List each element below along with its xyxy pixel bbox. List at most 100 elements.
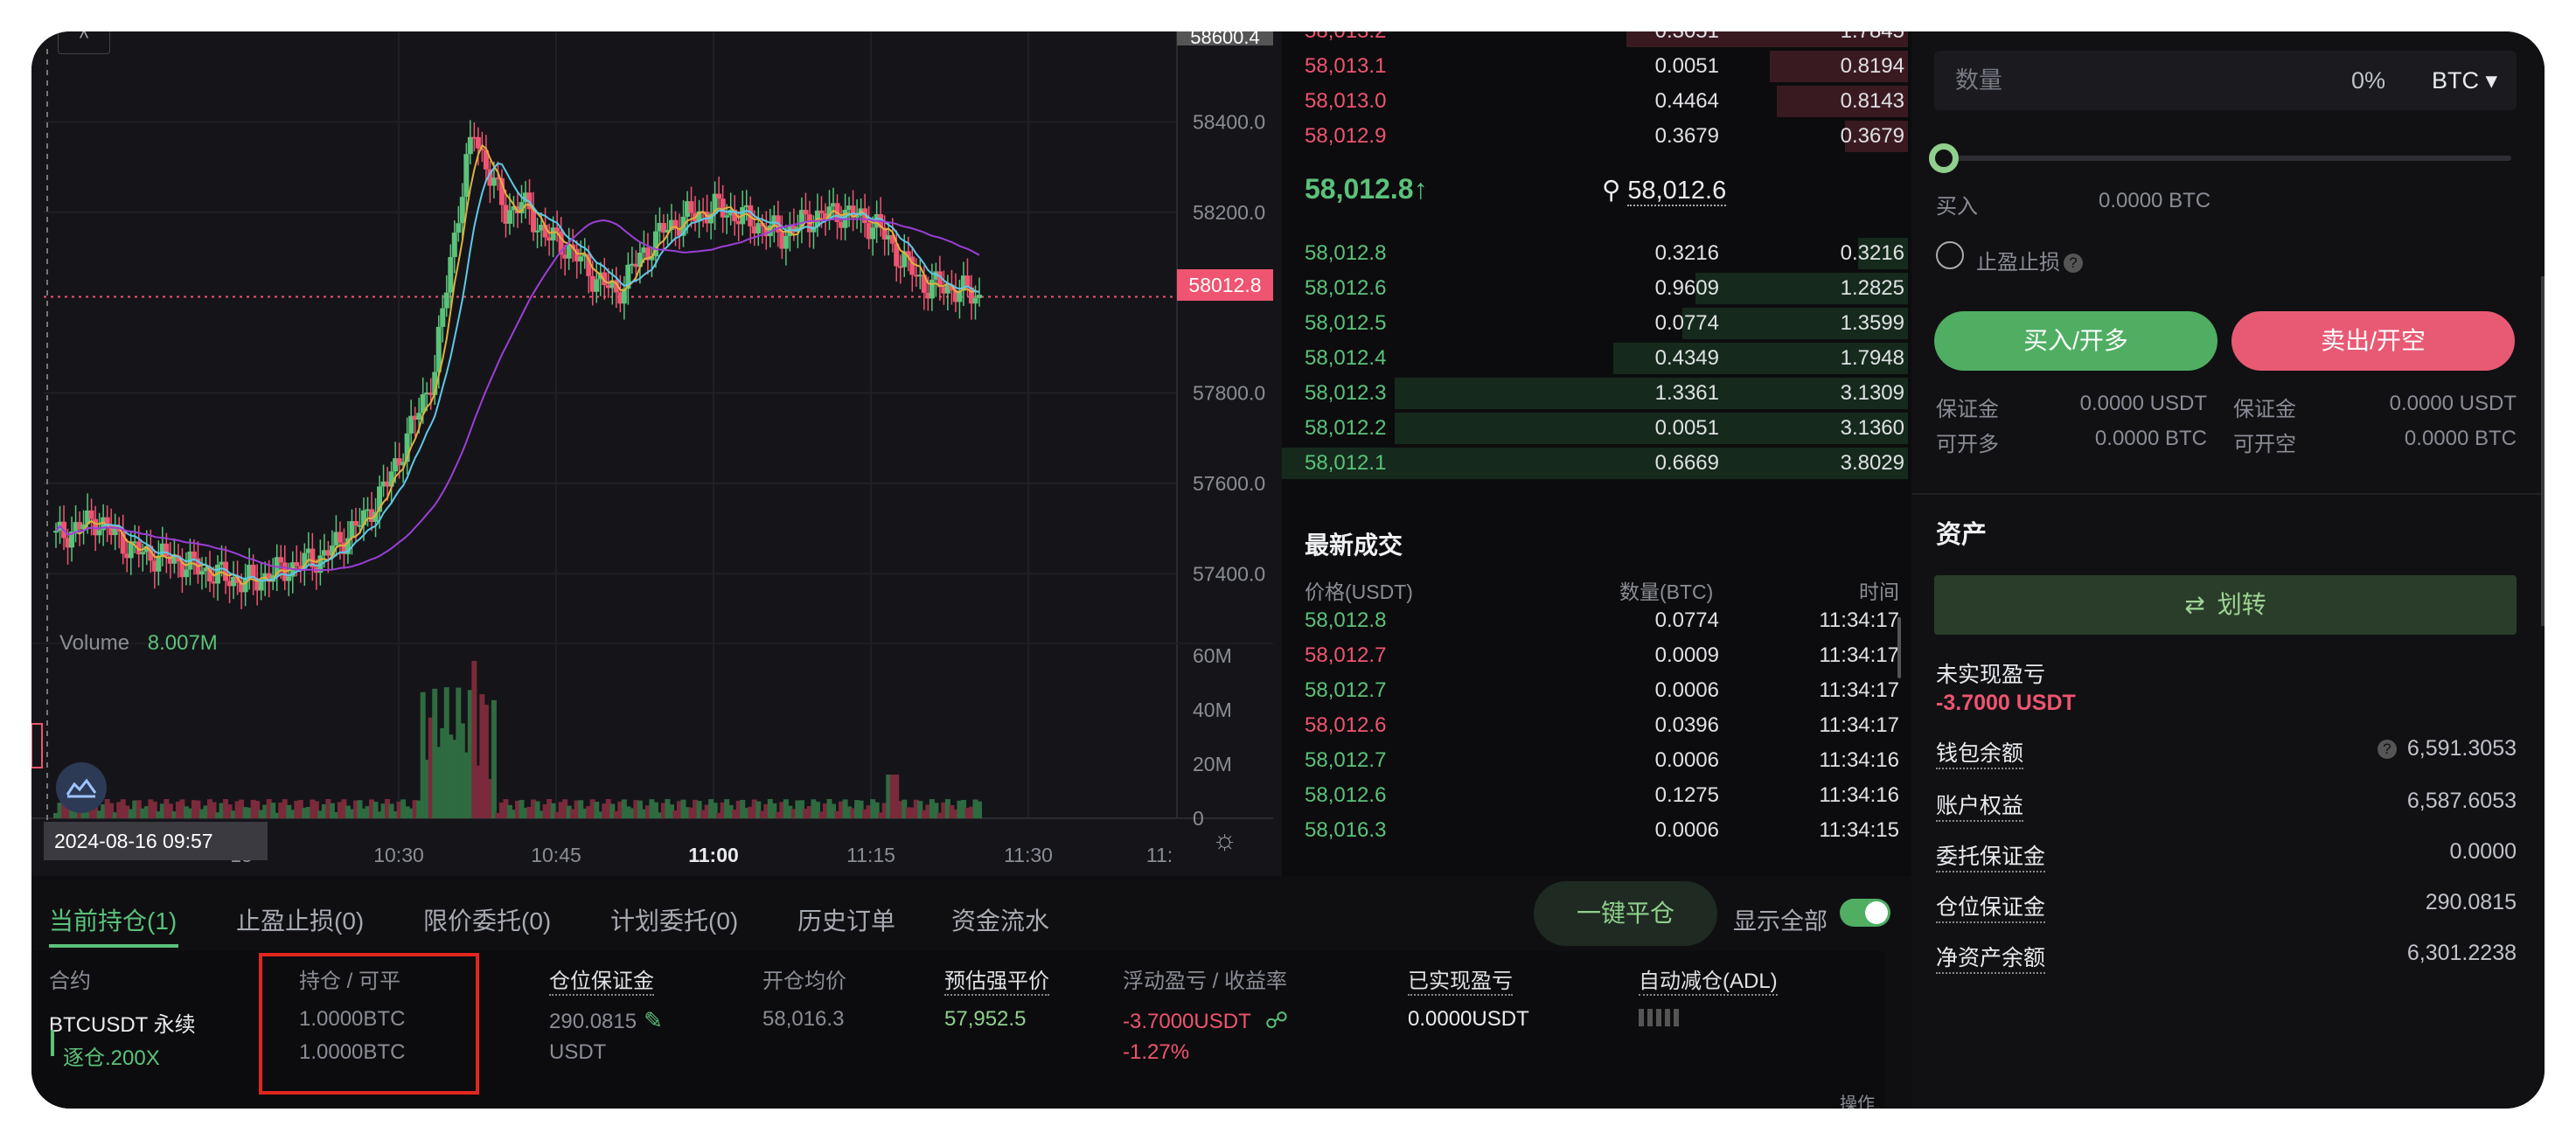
panel-scrollbar[interactable] <box>2541 276 2545 626</box>
net-asset-label[interactable]: 净资产余额 <box>1936 941 2046 974</box>
trade-time: 11:34:15 <box>1819 818 1899 842</box>
trade-qty: 0.0006 <box>1654 748 1719 772</box>
candle-body <box>977 295 982 298</box>
tpsl-radio[interactable] <box>1936 241 1964 269</box>
trade-time: 11:34:17 <box>1819 678 1899 702</box>
bid-qty: 0.6669 <box>1654 451 1719 475</box>
unit-dropdown[interactable]: BTC ▾ <box>2432 51 2497 110</box>
time-axis-label: 10:45 <box>531 844 581 866</box>
order-margin-label[interactable]: 委托保证金 <box>1936 839 2046 872</box>
open-short-label: 可开空 <box>2233 433 2296 456</box>
transfer-button[interactable]: ⇄ 划转 <box>1934 575 2517 635</box>
open-long-value: 0.0000 BTC <box>2094 427 2207 450</box>
header-adl[interactable]: 自动减仓(ADL) <box>1639 963 1778 996</box>
buy-label: 买入 <box>1936 195 1978 219</box>
order-panel: 数量 0% BTC ▾ 买入 0.0000 BTC 止盈止损? 买入/开多 卖出… <box>1911 31 2545 1109</box>
help-icon[interactable]: ? <box>2377 740 2397 759</box>
cloud-chart-icon <box>66 778 97 798</box>
candle-body <box>294 562 300 567</box>
buy-open-long-button[interactable]: 买入/开多 <box>1934 311 2217 371</box>
bid-price: 58,012.8 <box>1305 241 1387 265</box>
bid-total: 3.8029 <box>1840 451 1904 475</box>
tab-current-positions[interactable]: 当前持仓(1) <box>49 902 177 937</box>
candle-body <box>467 136 473 155</box>
candle-body <box>53 531 59 533</box>
ask-row[interactable]: 58,012.9 0.3679 0.3679 <box>1282 119 1908 154</box>
realized-pnl: 0.0000USDT <box>1408 1007 1529 1031</box>
trade-row: 58,012.8 0.0774 11:34:17 <box>1282 603 1911 638</box>
candle-body <box>451 233 457 257</box>
account-equity-label[interactable]: 账户权益 <box>1936 789 2024 822</box>
ask-row[interactable]: 58,013.2 0.3051 1.7845 <box>1282 31 1908 49</box>
position-margin: 290.0815 ✎ <box>549 1007 663 1034</box>
bid-price: 58,012.1 <box>1305 451 1387 475</box>
bid-row[interactable]: 58,012.5 0.0774 1.3599 <box>1282 306 1908 341</box>
candle-body <box>459 197 465 224</box>
candle-body <box>803 210 809 215</box>
trade-price: 58,012.6 <box>1305 713 1387 737</box>
tradingview-logo-button[interactable] <box>56 762 107 813</box>
trade-row: 58,012.6 0.0396 11:34:17 <box>1282 708 1911 743</box>
ask-total: 0.3679 <box>1840 124 1904 148</box>
unrealized-pnl-label: 未实现盈亏 <box>1936 663 2046 687</box>
adl-indicator <box>1639 1009 1682 1031</box>
header-pnl: 浮动盈亏 / 收益率 <box>1123 970 1288 993</box>
wallet-balance-label[interactable]: 钱包余额 <box>1936 736 2024 769</box>
trade-qty: 0.0006 <box>1654 678 1719 702</box>
candle-body <box>463 154 470 198</box>
candle-body <box>96 530 102 536</box>
tab-limit-orders[interactable]: 限价委托(0) <box>423 902 551 937</box>
mark-price[interactable]: ⚲ 58,012.6 <box>1602 175 1727 206</box>
quantity-slider-knob[interactable] <box>1929 143 1959 173</box>
quantity-slider-track[interactable] <box>1938 156 2511 161</box>
ask-row[interactable]: 58,013.0 0.4464 0.8143 <box>1282 84 1908 119</box>
order-margin-value: 0.0000 <box>2449 839 2517 864</box>
edit-margin-icon[interactable]: ✎ <box>644 1007 663 1033</box>
sell-open-short-button[interactable]: 卖出/开空 <box>2231 311 2515 371</box>
tab-tpsl[interactable]: 止盈止损(0) <box>236 902 364 937</box>
collapse-chart-button[interactable]: ^ <box>58 31 110 54</box>
bid-row[interactable]: 58,012.8 0.3216 0.3216 <box>1282 236 1908 271</box>
ask-row[interactable]: 58,013.1 0.0051 0.8194 <box>1282 49 1908 84</box>
candle-body <box>286 576 292 581</box>
margin-mode: 逐仓.200X <box>63 1046 160 1070</box>
header-position-margin[interactable]: 仓位保证金 <box>549 963 654 996</box>
trades-header-time: 时间 <box>1859 580 1899 603</box>
trade-time: 11:34:16 <box>1819 748 1899 772</box>
price-axis-label: 58400.0 <box>1193 110 1265 133</box>
share-icon[interactable]: ☍ <box>1265 1007 1288 1033</box>
trade-row: 58,012.7 0.0006 11:34:17 <box>1282 673 1911 708</box>
show-all-toggle[interactable] <box>1840 899 1890 927</box>
tab-fund-flow[interactable]: 资金流水 <box>951 902 1049 937</box>
chart-settings-gear-icon[interactable]: ☼ <box>1212 824 1237 856</box>
margin-value-short: 0.0000 USDT <box>2389 392 2517 415</box>
bid-row[interactable]: 58,012.1 0.6669 3.8029 <box>1282 446 1908 481</box>
trades-scrollbar[interactable] <box>1897 617 1901 678</box>
side-marker <box>31 723 43 768</box>
position-margin-label[interactable]: 仓位保证金 <box>1936 890 2046 923</box>
positions-section: 当前持仓(1) 止盈止损(0) 限价委托(0) 计划委托(0) 历史订单 资金流… <box>31 876 1911 1109</box>
tab-order-history[interactable]: 历史订单 <box>797 902 895 937</box>
crosshair-date: 2024-08-16 09:57 <box>44 822 268 860</box>
tpsl-label[interactable]: 止盈止损? <box>1976 245 2083 275</box>
bid-row[interactable]: 58,012.2 0.0051 3.1360 <box>1282 411 1908 446</box>
recent-trades-title: 最新成交 <box>1305 532 1403 559</box>
tab-plan-orders[interactable]: 计划委托(0) <box>610 902 738 937</box>
header-liq-price[interactable]: 预估强平价 <box>944 963 1049 996</box>
bid-row[interactable]: 58,012.4 0.4349 1.7948 <box>1282 341 1908 376</box>
contract-name[interactable]: BTCUSDT 永续 <box>49 1007 196 1038</box>
floating-pnl: -3.7000USDT ☍ <box>1123 1007 1288 1034</box>
bid-row[interactable]: 58,012.3 1.3361 3.1309 <box>1282 376 1908 411</box>
bids-list: 58,012.8 0.3216 0.3216 58,012.6 0.9609 1.2825… <box>1282 236 1908 481</box>
bid-row[interactable]: 58,012.6 0.9609 1.2825 <box>1282 271 1908 306</box>
volume-value: 8.007M <box>147 631 218 655</box>
chart-canvas[interactable]: 58400.0 58200.0 57800.0 57600.0 57400.0 60M 40… <box>31 31 1282 876</box>
price-axis-label: 58200.0 <box>1193 201 1265 224</box>
candlestick-chart[interactable]: 58400.0 58200.0 57800.0 57600.0 57400.0 60M 40… <box>31 31 1282 876</box>
quantity-input[interactable]: 数量 0% BTC ▾ <box>1934 51 2517 110</box>
header-realized-pnl[interactable]: 已实现盈亏 <box>1408 963 1513 996</box>
show-all-label: 显示全部 <box>1733 908 1828 935</box>
bid-price: 58,012.3 <box>1305 381 1387 405</box>
candle-body <box>818 210 825 214</box>
close-all-button[interactable]: 一键平仓 <box>1534 881 1717 946</box>
